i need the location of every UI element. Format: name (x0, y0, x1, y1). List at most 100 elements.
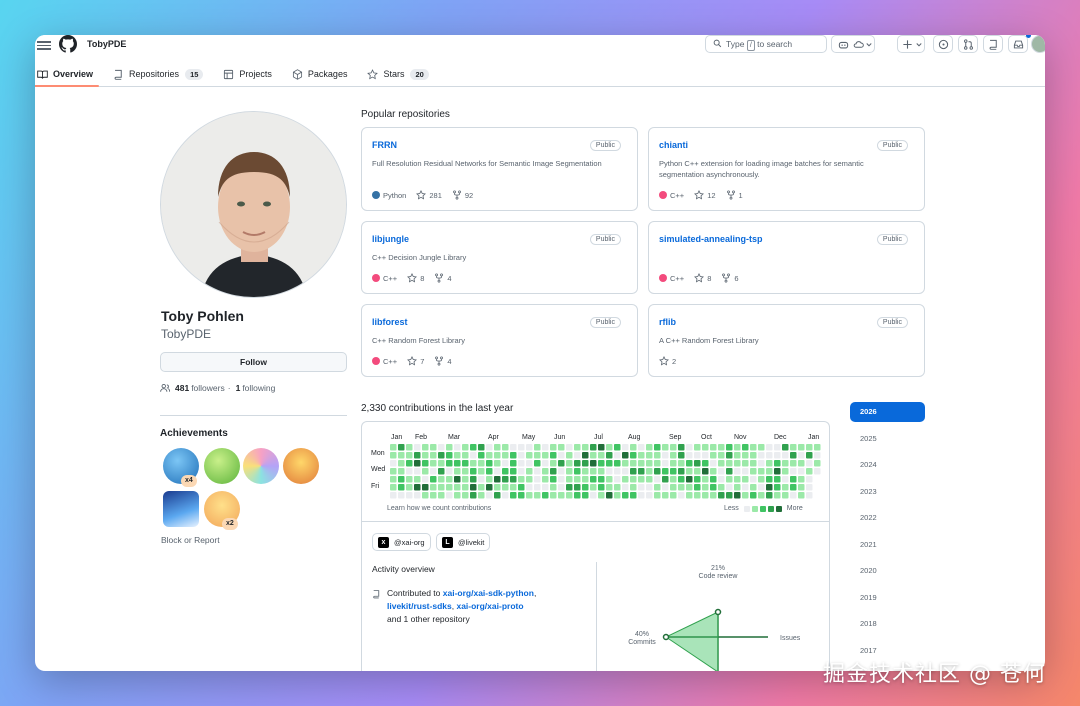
contribution-day-cell[interactable] (662, 452, 669, 459)
contribution-day-cell[interactable] (726, 492, 733, 499)
contribution-day-cell[interactable] (574, 452, 581, 459)
org-filter-xai[interactable]: x @xai-org (372, 533, 431, 551)
profile-avatar[interactable] (160, 111, 347, 298)
contribution-day-cell[interactable] (574, 476, 581, 483)
contribution-day-cell[interactable] (486, 468, 493, 475)
followers-count[interactable]: 481 (175, 383, 189, 393)
contribution-day-cell[interactable] (790, 452, 797, 459)
contribution-day-cell[interactable] (774, 468, 781, 475)
contribution-day-cell[interactable] (462, 476, 469, 483)
contribution-day-cell[interactable] (454, 444, 461, 451)
org-filter-livekit[interactable]: L @livekit (436, 533, 491, 551)
contribution-day-cell[interactable] (494, 468, 501, 475)
contribution-day-cell[interactable] (486, 452, 493, 459)
contribution-day-cell[interactable] (814, 444, 821, 451)
contribution-day-cell[interactable] (654, 444, 661, 451)
contribution-day-cell[interactable] (798, 444, 805, 451)
contribution-day-cell[interactable] (502, 476, 509, 483)
contribution-day-cell[interactable] (622, 492, 629, 499)
contribution-day-cell[interactable] (486, 444, 493, 451)
contribution-day-cell[interactable] (446, 444, 453, 451)
forks-link[interactable]: 1 (726, 190, 743, 200)
contribution-day-cell[interactable] (526, 468, 533, 475)
contribution-day-cell[interactable] (398, 484, 405, 491)
contribution-day-cell[interactable] (806, 476, 813, 483)
contribution-day-cell[interactable] (534, 468, 541, 475)
forks-link[interactable]: 4 (434, 273, 452, 283)
contribution-day-cell[interactable] (430, 452, 437, 459)
contribution-day-cell[interactable] (414, 452, 421, 459)
contribution-day-cell[interactable] (438, 444, 445, 451)
contribution-day-cell[interactable] (590, 492, 597, 499)
contribution-day-cell[interactable] (510, 460, 517, 467)
contribution-day-cell[interactable] (758, 468, 765, 475)
contribution-day-cell[interactable] (654, 476, 661, 483)
contribution-day-cell[interactable] (702, 484, 709, 491)
contribution-day-cell[interactable] (686, 460, 693, 467)
contribution-day-cell[interactable] (806, 452, 813, 459)
contribution-day-cell[interactable] (774, 460, 781, 467)
search-input[interactable]: Type / to search (705, 35, 827, 53)
contribution-day-cell[interactable] (462, 444, 469, 451)
contribution-day-cell[interactable] (646, 460, 653, 467)
contribution-day-cell[interactable] (518, 460, 525, 467)
contribution-day-cell[interactable] (534, 460, 541, 467)
contribution-day-cell[interactable] (478, 492, 485, 499)
contribution-day-cell[interactable] (518, 492, 525, 499)
pair-extraordinaire-badge[interactable] (204, 448, 240, 484)
contribution-day-cell[interactable] (678, 452, 685, 459)
contribution-day-cell[interactable] (622, 468, 629, 475)
contribution-day-cell[interactable] (582, 452, 589, 459)
contribution-day-cell[interactable] (582, 492, 589, 499)
contribution-day-cell[interactable] (542, 492, 549, 499)
contribution-day-cell[interactable] (646, 476, 653, 483)
contribution-day-cell[interactable] (694, 484, 701, 491)
contribution-day-cell[interactable] (510, 476, 517, 483)
contribution-day-cell[interactable] (670, 468, 677, 475)
contribution-day-cell[interactable] (526, 444, 533, 451)
learn-contributions-link[interactable]: Learn how we count contributions (387, 505, 491, 512)
contribution-day-cell[interactable] (798, 484, 805, 491)
contribution-day-cell[interactable] (422, 492, 429, 499)
contribution-day-cell[interactable] (694, 468, 701, 475)
contribution-day-cell[interactable] (814, 468, 821, 475)
contribution-day-cell[interactable] (750, 468, 757, 475)
contribution-day-cell[interactable] (454, 452, 461, 459)
contribution-day-cell[interactable] (678, 484, 685, 491)
contribution-day-cell[interactable] (774, 484, 781, 491)
copilot-button[interactable] (831, 35, 875, 53)
contribution-day-cell[interactable] (518, 444, 525, 451)
contribution-day-cell[interactable] (494, 476, 501, 483)
contribution-day-cell[interactable] (774, 444, 781, 451)
year-link-2020[interactable]: 2020 (850, 561, 925, 581)
contribution-day-cell[interactable] (766, 492, 773, 499)
contribution-day-cell[interactable] (614, 460, 621, 467)
contribution-day-cell[interactable] (414, 476, 421, 483)
contribution-day-cell[interactable] (766, 476, 773, 483)
contribution-day-cell[interactable] (534, 476, 541, 483)
contribution-day-cell[interactable] (446, 452, 453, 459)
contribution-day-cell[interactable] (758, 484, 765, 491)
contribution-day-cell[interactable] (598, 452, 605, 459)
contribution-day-cell[interactable] (550, 476, 557, 483)
contribution-day-cell[interactable] (702, 444, 709, 451)
contribution-day-cell[interactable] (510, 444, 517, 451)
contribution-day-cell[interactable] (718, 452, 725, 459)
forks-link[interactable]: 4 (434, 356, 452, 366)
contribution-day-cell[interactable] (646, 468, 653, 475)
contribution-day-cell[interactable] (790, 484, 797, 491)
contribution-day-cell[interactable] (446, 476, 453, 483)
contribution-day-cell[interactable] (742, 452, 749, 459)
contribution-day-cell[interactable] (494, 444, 501, 451)
contribution-day-cell[interactable] (742, 484, 749, 491)
contribution-day-cell[interactable] (550, 460, 557, 467)
contribution-day-cell[interactable] (550, 444, 557, 451)
contribution-day-cell[interactable] (406, 444, 413, 451)
contribution-day-cell[interactable] (726, 468, 733, 475)
contribution-day-cell[interactable] (766, 468, 773, 475)
contribution-day-cell[interactable] (670, 460, 677, 467)
contribution-day-cell[interactable] (622, 484, 629, 491)
contribution-day-cell[interactable] (510, 492, 517, 499)
contribution-day-cell[interactable] (454, 468, 461, 475)
contribution-day-cell[interactable] (806, 444, 813, 451)
